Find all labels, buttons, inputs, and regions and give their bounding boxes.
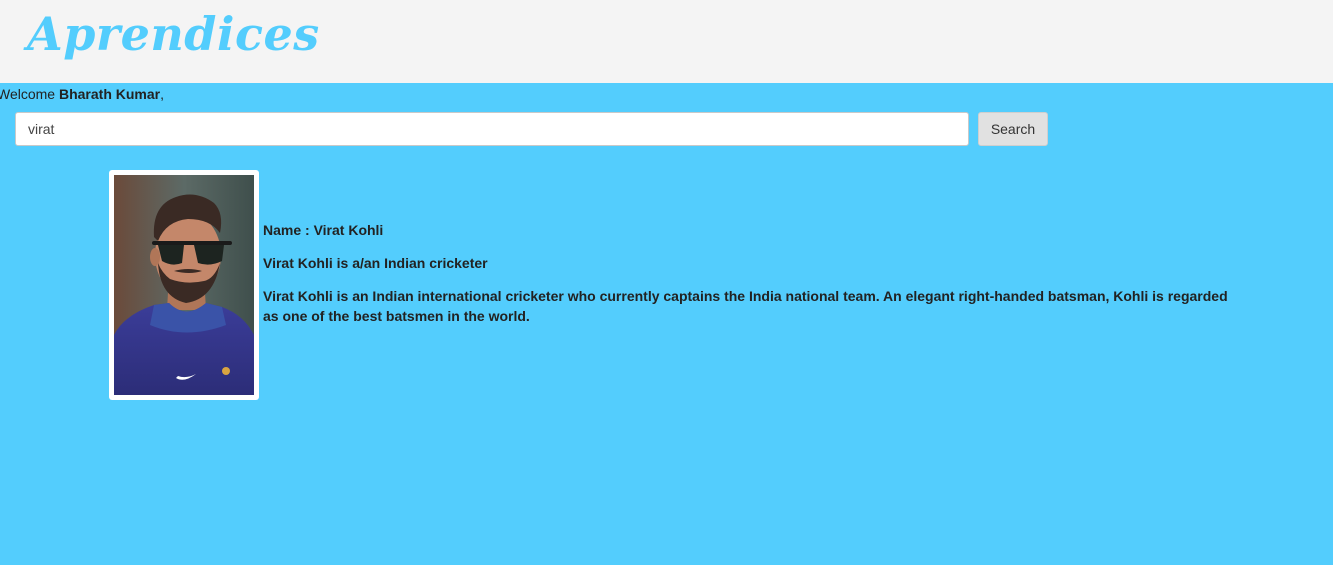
search-button[interactable]: Search bbox=[978, 112, 1048, 146]
welcome-suffix: , bbox=[160, 86, 165, 102]
profile-photo bbox=[114, 175, 254, 395]
user-name: Bharath Kumar bbox=[58, 86, 161, 102]
result-details: Name : Virat Kohli Virat Kohli is a/an I… bbox=[263, 220, 1238, 339]
welcome-prefix: Welcome bbox=[0, 86, 59, 102]
welcome-message: Welcome Bharath Kumar, bbox=[0, 85, 164, 103]
result-description: Virat Kohli is an Indian international c… bbox=[263, 288, 1228, 324]
profile-photo-frame bbox=[109, 170, 259, 400]
app-logo[interactable]: Aprendices bbox=[27, 6, 320, 62]
result-summary: Virat Kohli is a/an Indian cricketer bbox=[263, 255, 488, 271]
search-input[interactable] bbox=[15, 112, 969, 146]
header-bar: Aprendices bbox=[0, 0, 1333, 83]
result-name: Name : Virat Kohli bbox=[263, 222, 384, 238]
